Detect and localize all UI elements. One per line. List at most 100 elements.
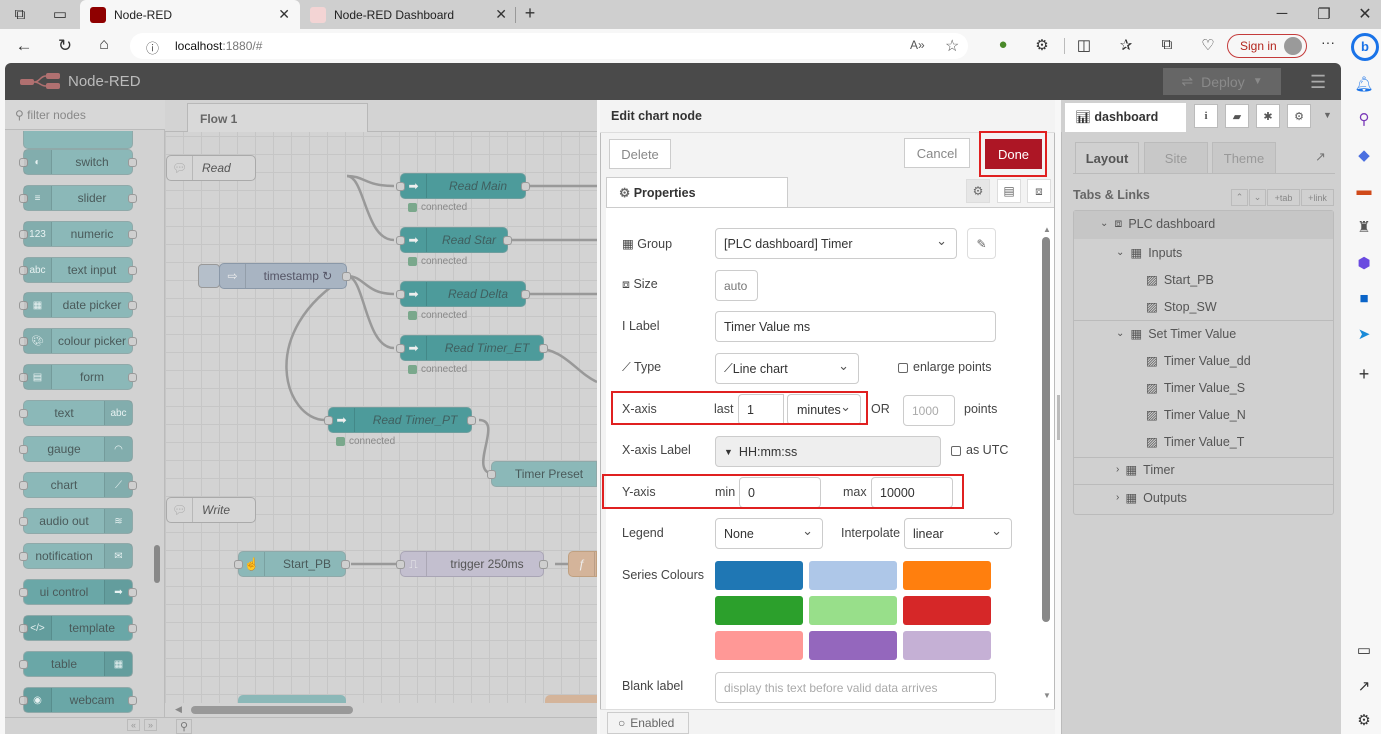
palette-node-slider[interactable]: ≡ slider bbox=[19, 185, 137, 211]
info-icon[interactable]: i bbox=[1194, 104, 1218, 128]
add-sidebar-app-icon[interactable]: + bbox=[1352, 364, 1376, 385]
outlook-icon[interactable]: ■ bbox=[1352, 290, 1376, 307]
home-icon[interactable]: ⌂ bbox=[92, 36, 116, 54]
reload-icon[interactable]: ↻ bbox=[53, 36, 77, 56]
split-screen-icon[interactable]: ◫ bbox=[1072, 36, 1096, 54]
points-input[interactable]: 1000 bbox=[903, 395, 955, 426]
series-colour-5[interactable] bbox=[809, 596, 897, 625]
shopping-tag-icon[interactable]: ◆ bbox=[1352, 146, 1376, 164]
tab-properties[interactable]: ⚙ Properties bbox=[606, 177, 788, 207]
palette-node-notification[interactable]: notification ✉ bbox=[19, 543, 133, 569]
enabled-toggle[interactable]: ○ Enabled bbox=[607, 712, 689, 734]
layout-tab-theme[interactable]: Theme bbox=[1212, 142, 1276, 173]
palette-node-template[interactable]: </> template bbox=[19, 615, 137, 641]
palette-node-partial[interactable] bbox=[23, 131, 133, 149]
flow-node-read-star[interactable]: ➡ Read Star bbox=[396, 227, 512, 253]
deploy-dropdown-icon[interactable]: ▼ bbox=[1253, 76, 1263, 87]
description-doc-icon[interactable]: ▤ bbox=[997, 179, 1021, 203]
palette-node-ui-control[interactable]: ui control ➡ bbox=[19, 579, 137, 605]
tree-item-inputs[interactable]: ⌄ ▦ Inputs bbox=[1116, 245, 1182, 261]
add-tab-button[interactable]: +tab bbox=[1267, 189, 1300, 206]
palette-node-chart[interactable]: chart ⟋ bbox=[19, 472, 137, 498]
sidebar-dropdown-icon[interactable]: ▼ bbox=[1323, 110, 1332, 120]
new-tab-icon[interactable]: + bbox=[518, 3, 542, 24]
flow-tab-flow1[interactable]: Flow 1 bbox=[187, 103, 368, 132]
filter-nodes-input[interactable]: ⚲ filter nodes bbox=[5, 100, 165, 130]
search-sidebar-icon[interactable]: ⚲ bbox=[1352, 110, 1376, 128]
read-aloud-icon[interactable]: A» bbox=[910, 38, 925, 52]
tree-item-stop-sw[interactable]: ▨ Stop_SW bbox=[1146, 299, 1217, 315]
layout-tab-layout[interactable]: Layout bbox=[1075, 142, 1139, 173]
legend-select[interactable]: None bbox=[715, 518, 823, 549]
series-colour-1[interactable] bbox=[715, 561, 803, 590]
xaxis-format-input[interactable]: ▼ HH:mm:ss bbox=[715, 436, 941, 467]
browser-essentials-icon[interactable]: ♡ bbox=[1196, 36, 1220, 54]
close-tab-icon[interactable]: ✕ bbox=[278, 6, 290, 23]
palette-node-form[interactable]: ▤ form bbox=[19, 364, 137, 390]
scroll-down-icon[interactable]: ▼ bbox=[1043, 691, 1051, 700]
flow-node-read-delta[interactable]: ➡ Read Delta bbox=[396, 281, 530, 307]
layout-tab-site[interactable]: Site bbox=[1144, 142, 1208, 173]
favorites-icon[interactable]: ✰ bbox=[1114, 36, 1138, 54]
more-menu-icon[interactable]: ··· bbox=[1316, 34, 1340, 50]
collapse-all-button[interactable]: ⌃ bbox=[1231, 189, 1248, 206]
flow-node-timer-preset[interactable]: Timer Preset bbox=[487, 461, 597, 487]
workspace-hscrollbar[interactable] bbox=[191, 706, 353, 714]
tree-item-set-timer-value[interactable]: ⌄ ▦ Set Timer Value bbox=[1116, 326, 1236, 342]
browser-tab-dashboard[interactable]: Node-RED Dashboard ✕ bbox=[300, 0, 515, 29]
config-gear-icon[interactable]: ⚙ bbox=[1287, 104, 1311, 128]
delete-button[interactable]: Delete bbox=[609, 139, 671, 169]
scroll-up-icon[interactable]: ▲ bbox=[1043, 225, 1051, 234]
palette-node-table[interactable]: table ▦ bbox=[19, 651, 133, 677]
collapse-all-icon[interactable]: « bbox=[127, 719, 141, 731]
minimize-icon[interactable]: ─ bbox=[1270, 5, 1294, 22]
label-input[interactable]: Timer Value ms bbox=[715, 311, 996, 342]
open-dashboard-external-icon[interactable]: ↗ bbox=[1315, 149, 1326, 165]
comment-node-write[interactable]: 💬︎ Write bbox=[166, 497, 256, 523]
add-link-button[interactable]: +link bbox=[1301, 189, 1334, 206]
open-external-icon[interactable]: ↗ bbox=[1352, 677, 1376, 695]
tree-item-timer-value-s[interactable]: ▨ Timer Value_S bbox=[1146, 380, 1245, 396]
sidebar-tab-dashboard[interactable]: 📊︎ dashboard bbox=[1065, 103, 1186, 132]
window-close-icon[interactable]: ✕ bbox=[1353, 4, 1377, 24]
edit-group-pencil-icon[interactable]: ✎ bbox=[967, 228, 996, 259]
series-colour-6[interactable] bbox=[903, 596, 991, 625]
scroll-left-icon[interactable]: ◀ bbox=[175, 704, 182, 715]
dialog-scrollbar[interactable] bbox=[1042, 237, 1050, 622]
series-colour-8[interactable] bbox=[809, 631, 897, 660]
series-colour-2[interactable] bbox=[809, 561, 897, 590]
palette-scrollbar[interactable] bbox=[154, 545, 160, 583]
flow-node-function[interactable]: ƒ bbox=[568, 551, 597, 577]
flow-node-timestamp[interactable]: ⇨ timestamp ↻ bbox=[219, 263, 351, 289]
flow-node-read-main[interactable]: ➡ Read Main bbox=[396, 173, 530, 199]
tree-item-timer[interactable]: › ▦ Timer bbox=[1116, 462, 1175, 478]
zoom-search-icon[interactable]: ⚲ bbox=[176, 719, 193, 734]
series-colour-4[interactable] bbox=[715, 596, 803, 625]
cancel-button[interactable]: Cancel bbox=[904, 138, 970, 168]
flow-node-start-pb[interactable]: ☝ Start_PB bbox=[234, 551, 350, 577]
palette-node-colour-picker[interactable]: 🎨︎ colour picker bbox=[19, 328, 137, 354]
sidebar-resize-handle[interactable] bbox=[1057, 395, 1060, 440]
interpolate-select[interactable]: linear bbox=[904, 518, 1012, 549]
extensions-icon[interactable]: ⚙ bbox=[1030, 36, 1054, 54]
settings-gear-icon[interactable]: ⚙ bbox=[1352, 711, 1376, 729]
group-select[interactable]: [PLC dashboard] Timer bbox=[715, 228, 957, 259]
palette-node-date-picker[interactable]: ▦ date picker bbox=[19, 292, 137, 318]
debug-bug-icon[interactable]: ✱ bbox=[1256, 104, 1280, 128]
palette-node-switch[interactable]: ◐ switch bbox=[19, 149, 137, 175]
tree-item-outputs[interactable]: › ▦ Outputs bbox=[1116, 490, 1187, 506]
restore-icon[interactable]: ❐ bbox=[1312, 5, 1336, 23]
palette-node-gauge[interactable]: gauge ◠ bbox=[19, 436, 133, 462]
series-colour-7[interactable] bbox=[715, 631, 803, 660]
main-menu-icon[interactable]: ☰ bbox=[1310, 72, 1326, 93]
url-bar[interactable]: ⓘ localhost:1880/# A» ☆ bbox=[130, 33, 968, 59]
collections-icon[interactable]: ⧉ bbox=[1155, 36, 1179, 53]
extension-globe-icon[interactable]: ● bbox=[991, 36, 1015, 53]
palette-node-text-input[interactable]: abc text input bbox=[19, 257, 137, 283]
expand-all-button[interactable]: ⌄ bbox=[1249, 189, 1266, 206]
expand-all-icon[interactable]: » bbox=[144, 719, 158, 731]
games-icon[interactable]: ♜ bbox=[1352, 218, 1376, 236]
flow-node-read-timer-pt[interactable]: ➡ Read Timer_PT bbox=[324, 407, 476, 433]
as-utc-checkbox[interactable]: as UTC bbox=[951, 443, 1008, 457]
flow-node-read-timer-et[interactable]: ➡ Read Timer_ET bbox=[396, 335, 548, 361]
